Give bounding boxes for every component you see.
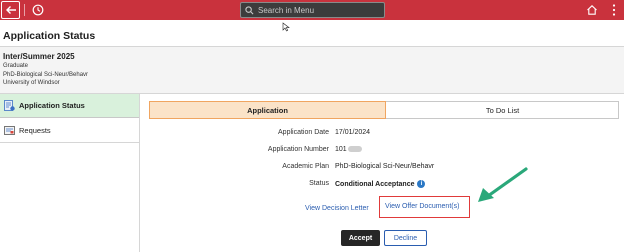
home-button[interactable]	[584, 2, 600, 18]
decline-button[interactable]: Decline	[384, 230, 427, 246]
more-vertical-icon	[612, 4, 616, 16]
redacted-blur	[347, 146, 362, 153]
history-button[interactable]	[29, 1, 47, 19]
annotation-arrow-icon	[478, 167, 528, 202]
application-number-value: 101	[335, 146, 347, 153]
back-arrow-icon	[5, 6, 16, 14]
top-navigation-bar: Search in Menu	[0, 0, 624, 20]
application-number-row: Application Number 101	[149, 146, 609, 156]
page-title: Application Status	[3, 30, 96, 42]
academic-plan-value: PhD-Biological Sci-Neur/Behavr	[335, 163, 435, 170]
tab-application[interactable]: Application	[149, 101, 386, 119]
sidebar-item-label: Requests	[19, 126, 51, 135]
search-input[interactable]: Search in Menu	[240, 2, 385, 18]
application-number-label: Application Number	[267, 146, 329, 153]
term-career: Graduate	[3, 63, 29, 69]
requests-icon	[4, 126, 15, 135]
application-date-row: Application Date 17/01/2024	[149, 129, 609, 139]
application-date-value: 17/01/2024	[335, 129, 371, 136]
term-program: PhD-Biological Sci-Neur/Behavr	[3, 71, 89, 78]
status-wrap: Conditional Acceptance i	[335, 180, 426, 188]
search-icon	[245, 5, 254, 14]
academic-plan-label: Academic Plan	[282, 163, 329, 170]
mouse-cursor-icon	[282, 22, 290, 32]
view-decision-letter-link[interactable]: View Decision Letter	[305, 205, 369, 212]
tab-to-do-list[interactable]: To Do List	[386, 102, 619, 118]
status-value: Conditional Acceptance	[335, 181, 415, 188]
search-placeholder: Search in Menu	[258, 5, 315, 15]
sidebar-item-label: Application Status	[19, 101, 85, 110]
toolbar-divider	[24, 4, 25, 16]
sidebar-item-application-status[interactable]: Application Status	[0, 94, 139, 118]
application-number-wrap: 101	[335, 146, 362, 153]
academic-plan-row: Academic Plan PhD-Biological Sci-Neur/Be…	[149, 163, 609, 173]
view-offer-documents-link[interactable]: View Offer Document(s)	[385, 203, 459, 210]
back-button[interactable]	[1, 1, 20, 19]
info-icon[interactable]: i	[417, 180, 426, 188]
term-title: Inter/Summer 2025	[3, 52, 75, 61]
term-institution: University of Windsor	[3, 80, 60, 86]
application-date-label: Application Date	[278, 129, 329, 136]
status-row: Status Conditional Acceptance i	[149, 180, 609, 190]
history-icon	[32, 4, 44, 16]
term-info-panel: Inter/Summer 2025 Graduate PhD-Biologica…	[0, 47, 624, 93]
more-actions-button[interactable]	[609, 2, 619, 18]
home-icon	[587, 5, 597, 15]
sidebar-item-requests[interactable]: Requests	[0, 119, 139, 143]
accept-button[interactable]: Accept	[341, 230, 380, 246]
sidebar: Application Status Requests	[0, 94, 140, 252]
tab-bar: Application To Do List	[149, 101, 619, 119]
status-label: Status	[309, 180, 329, 187]
document-status-icon	[4, 100, 15, 111]
